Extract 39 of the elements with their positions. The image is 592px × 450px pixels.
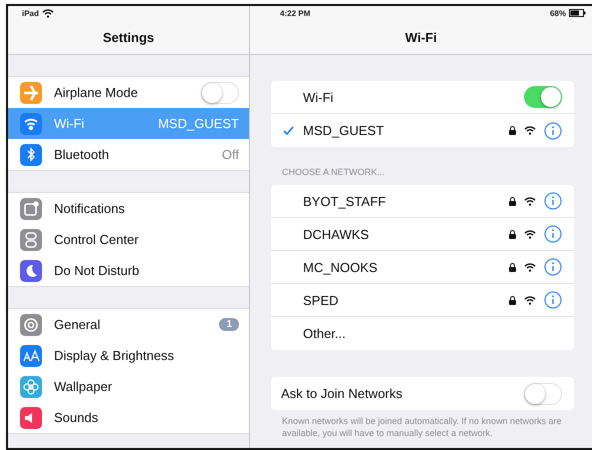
battery-percent: 68% (550, 8, 566, 18)
network-row[interactable]: BYOT_STAFF (271, 185, 574, 218)
section-header: CHOOSE A NETWORK... (282, 167, 386, 177)
wifi-icon (42, 8, 54, 18)
battery-icon (569, 9, 586, 17)
info-icon[interactable] (544, 122, 562, 140)
ask-toggle[interactable] (524, 382, 562, 404)
lock-icon (509, 126, 516, 135)
footer-note: Known networks will be joined automatically. If no known networks are available, you will have to manually select a network. (282, 416, 562, 440)
info-icon[interactable] (544, 192, 562, 210)
wifi-icon (524, 230, 536, 238)
device-name: iPad (22, 8, 39, 18)
count-badge: 1 (219, 318, 239, 331)
network-row[interactable]: MC_NOOKS (271, 251, 574, 284)
lock-icon (509, 230, 516, 238)
lock-icon (509, 196, 516, 206)
ask-label: Ask to Join Networks (281, 386, 404, 401)
lock-icon (509, 262, 516, 272)
other-network-row[interactable]: Other... (271, 317, 574, 350)
info-icon[interactable] (544, 225, 562, 243)
status-time: 4:22 PM (280, 8, 310, 18)
wifi-toggle[interactable] (524, 86, 562, 108)
wifi-icon (524, 196, 536, 206)
setting-value: Off (222, 147, 239, 162)
lock-icon (509, 296, 516, 304)
info-icon[interactable] (544, 258, 562, 276)
wifi-label: Wi-Fi (303, 90, 334, 104)
setting-value: MSD_GUEST (158, 116, 239, 131)
network-row[interactable]: MSD_GUEST (271, 114, 574, 147)
network-row[interactable]: DCHAWKS (271, 218, 574, 251)
network-row[interactable]: SPED (271, 284, 574, 317)
checkmark-icon (282, 126, 294, 135)
sidebar-title: Settings (102, 28, 156, 47)
wifi-icon (524, 296, 536, 304)
page-title: Wi-Fi (404, 28, 438, 46)
toggle-switch[interactable] (201, 82, 239, 104)
wifi-icon (524, 262, 536, 272)
wifi-icon (524, 126, 536, 135)
info-icon[interactable] (544, 291, 562, 309)
